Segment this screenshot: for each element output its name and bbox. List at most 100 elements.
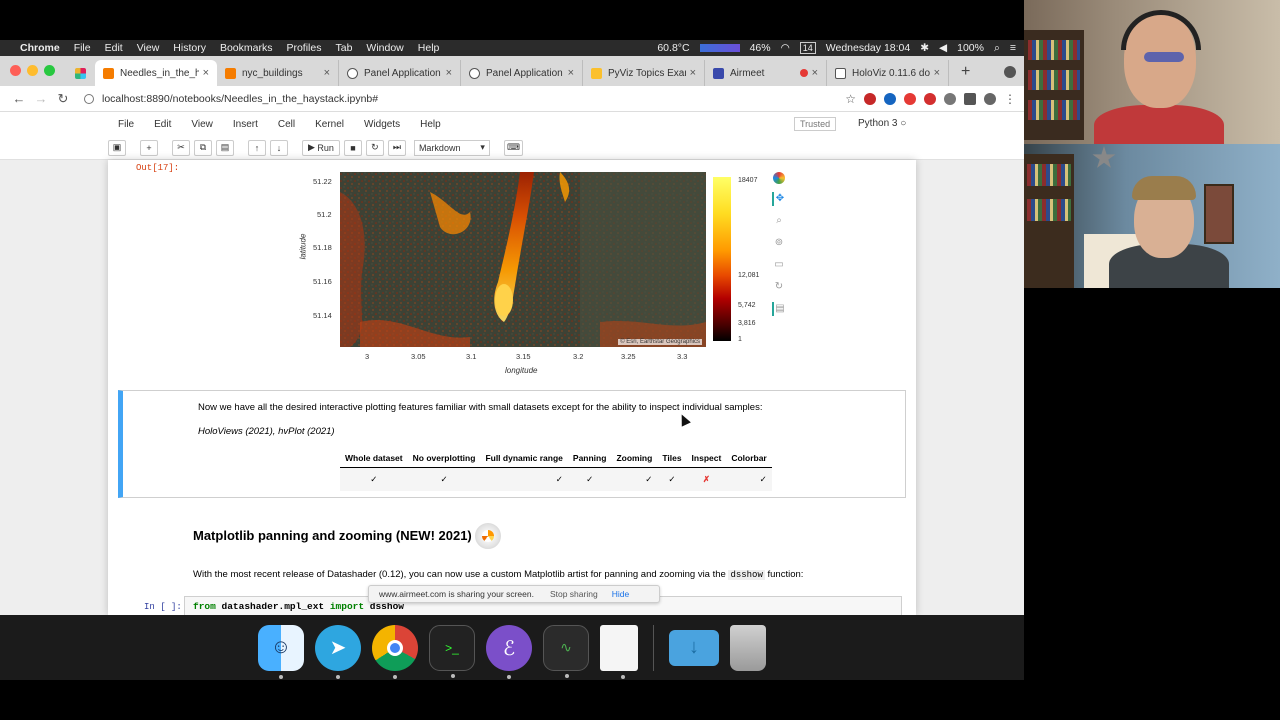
more-menu-icon[interactable]: ⋮ (1004, 92, 1016, 106)
restart-icon[interactable]: ↻ (365, 139, 384, 156)
menu-window[interactable]: Window (366, 42, 403, 54)
close-window-button[interactable] (10, 65, 21, 76)
finder-icon[interactable]: ☺ (258, 624, 304, 679)
menu-bookmarks[interactable]: Bookmarks (220, 42, 273, 54)
interrupt-icon[interactable]: ■ (343, 139, 362, 156)
kernel-indicator[interactable]: Python 3 ○ (858, 118, 906, 129)
telegram-icon[interactable]: ➤ (315, 624, 361, 679)
battery-full[interactable]: 100% (957, 42, 984, 54)
trusted-indicator[interactable]: Trusted (794, 117, 837, 131)
paste-icon[interactable]: ▤ (216, 139, 234, 156)
tab-panel-application[interactable]: Panel Application × (339, 60, 461, 86)
tab-panel-application-2[interactable]: Panel Application × (461, 60, 583, 86)
jmenu-cell[interactable]: Cell (278, 119, 295, 130)
new-tab-icon[interactable]: + (961, 63, 970, 81)
bookmark-star-icon[interactable]: ☆ (845, 92, 856, 106)
save-icon[interactable]: ▣ (108, 139, 126, 156)
bluetooth-icon[interactable]: ✱ (920, 42, 929, 54)
jmenu-insert[interactable]: Insert (233, 119, 258, 130)
document-icon[interactable] (600, 624, 638, 679)
close-tab-icon[interactable]: × (324, 67, 330, 79)
extension-red-icon[interactable] (904, 92, 916, 105)
profile-avatar[interactable] (984, 92, 996, 105)
jmenu-kernel[interactable]: Kernel (315, 119, 344, 130)
tab-airmeet[interactable]: Airmeet × (705, 60, 827, 86)
bokeh-logo-icon[interactable] (773, 172, 785, 184)
downloads-folder-icon[interactable]: ↓ (669, 629, 719, 666)
zoom-window-button[interactable] (44, 65, 55, 76)
code-keyword: import (329, 601, 365, 612)
menu-view[interactable]: View (137, 42, 160, 54)
save-plot-icon[interactable]: ▭ (772, 258, 786, 272)
control-center-icon[interactable]: ≡ (1010, 42, 1016, 54)
jmenu-help[interactable]: Help (420, 119, 441, 130)
menu-tab[interactable]: Tab (335, 42, 352, 54)
heatmap-canvas[interactable]: © Esri, Earthstar Geographics (340, 172, 706, 347)
insert-cell-icon[interactable]: + (140, 139, 158, 156)
extension-shield-icon[interactable] (864, 92, 876, 105)
terminal-icon[interactable]: >_ (429, 624, 475, 678)
forward-icon[interactable]: → (30, 91, 52, 106)
extension-red2-icon[interactable] (924, 92, 936, 105)
tab-search-icon[interactable] (1004, 66, 1016, 78)
menu-edit[interactable]: Edit (105, 42, 123, 54)
wheel-zoom-icon[interactable]: ⊚ (772, 236, 786, 250)
reset-icon[interactable]: ↻ (772, 280, 786, 294)
box-zoom-icon[interactable]: ⌕ (772, 214, 786, 228)
search-icon[interactable]: ⌕ (994, 42, 1000, 55)
pan-tool-icon[interactable]: ✥ (772, 192, 786, 206)
battery-percent[interactable]: 46% (750, 42, 771, 54)
wifi-icon[interactable]: ◠ (781, 42, 790, 54)
hover-tool-icon[interactable]: ▤ (772, 302, 786, 316)
reload-icon[interactable]: ↻ (52, 91, 74, 107)
extension-gray-icon[interactable] (944, 92, 956, 105)
cpu-graph-icon (699, 44, 740, 52)
close-tab-icon[interactable]: × (690, 67, 696, 79)
menu-profiles[interactable]: Profiles (286, 42, 321, 54)
stop-sharing-button[interactable]: Stop sharing (550, 589, 598, 599)
hide-button[interactable]: Hide (612, 589, 629, 599)
jmenu-edit[interactable]: Edit (154, 119, 171, 130)
cut-icon[interactable]: ✂ (172, 139, 190, 156)
menu-file[interactable]: File (74, 42, 91, 54)
temperature[interactable]: 60.8°C (657, 42, 689, 54)
menu-help[interactable]: Help (418, 42, 440, 54)
extensions-puzzle-icon[interactable] (964, 92, 976, 105)
restart-run-all-icon[interactable]: ⏭ (387, 139, 406, 156)
jmenu-widgets[interactable]: Widgets (364, 119, 400, 130)
close-tab-icon[interactable]: × (446, 67, 452, 79)
extension-blue-icon[interactable] (884, 92, 896, 105)
activity-monitor-icon[interactable]: ∿ (543, 624, 589, 678)
x-tick: 3.1 (466, 352, 477, 361)
jmenu-view[interactable]: View (191, 119, 213, 130)
slack-pinned-tab[interactable] (69, 60, 95, 86)
volume-icon[interactable]: ◀ (939, 42, 947, 54)
close-tab-icon[interactable]: × (203, 67, 209, 79)
copy-icon[interactable]: ⧉ (194, 139, 212, 156)
tab-holoviz-docs[interactable]: HoloViz 0.11.6 documentation × (827, 60, 949, 86)
cell-type-select[interactable]: Markdown ▾ (413, 139, 490, 156)
markdown-cell[interactable]: Now we have all the desired interactive … (118, 390, 906, 498)
url-field[interactable]: localhost:8890/notebooks/Needles_in_the_… (84, 89, 845, 109)
back-icon[interactable]: ← (8, 91, 30, 106)
jmenu-file[interactable]: File (118, 119, 134, 130)
chrome-icon[interactable] (372, 624, 418, 679)
menu-history[interactable]: History (173, 42, 206, 54)
close-tab-icon[interactable]: × (934, 67, 940, 79)
calendar-day[interactable]: 14 (799, 42, 816, 54)
clock[interactable]: Wednesday 18:04 (826, 42, 910, 54)
move-down-icon[interactable]: ↓ (270, 139, 288, 156)
app-menu[interactable]: Chrome (20, 42, 60, 54)
emacs-icon[interactable]: ℰ (486, 624, 532, 679)
run-button[interactable]: ▶ Run (302, 139, 340, 156)
trash-icon[interactable] (730, 624, 766, 671)
minimize-window-button[interactable] (27, 65, 38, 76)
command-palette-icon[interactable]: ⌨ (503, 139, 523, 156)
tab-nyc-buildings[interactable]: nyc_buildings × (217, 60, 339, 86)
tab-pyviz-topics[interactable]: PyViz Topics Examples × (583, 60, 705, 86)
close-tab-icon[interactable]: × (812, 67, 818, 79)
tab-needles[interactable]: Needles_in_the_haystack × (95, 60, 217, 86)
close-tab-icon[interactable]: × (568, 67, 574, 79)
move-up-icon[interactable]: ↑ (248, 139, 266, 156)
site-info-icon[interactable] (84, 93, 94, 104)
